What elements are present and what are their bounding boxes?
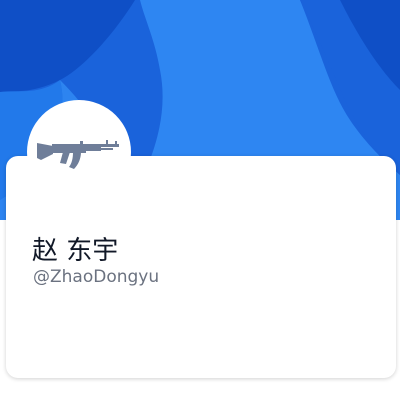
profile-screen: 赵 东宇 @ZhaoDongyu: [0, 0, 400, 400]
display-name: 赵 东宇: [32, 236, 119, 266]
rifle-icon: [37, 140, 119, 169]
username-handle: @ZhaoDongyu: [33, 267, 160, 287]
avatar[interactable]: [27, 100, 131, 204]
